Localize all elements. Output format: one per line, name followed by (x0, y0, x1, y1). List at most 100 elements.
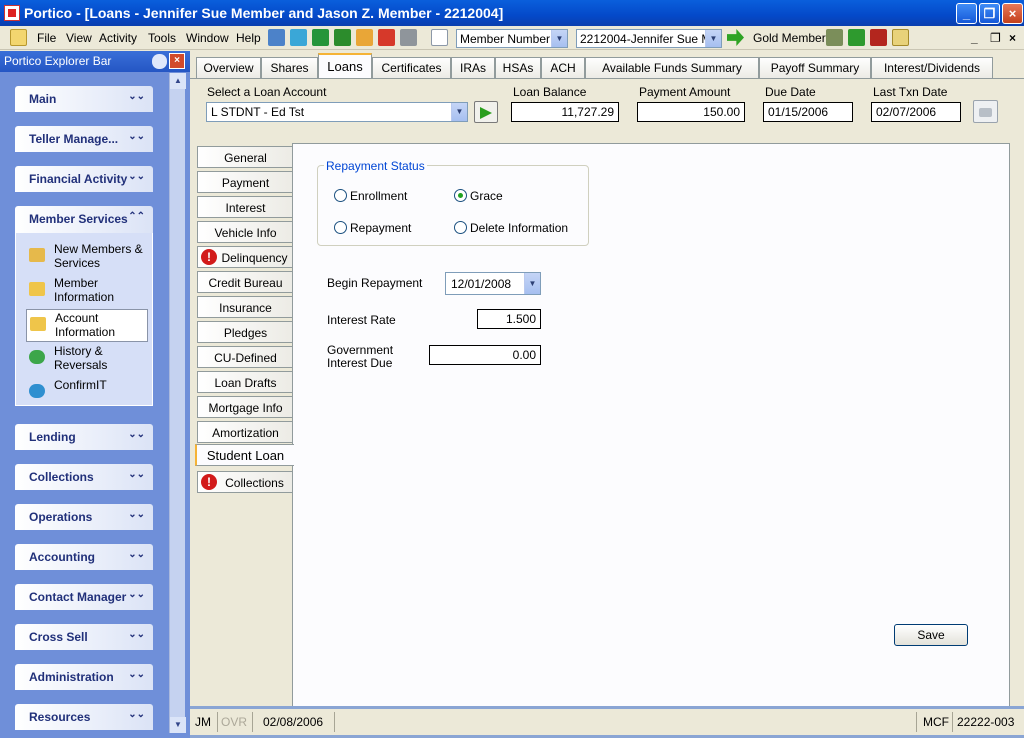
begin-repayment-date[interactable]: 12/01/2008 ▼ (445, 272, 541, 295)
group-main[interactable]: Main ⌄⌄ (15, 86, 153, 112)
subtab-loan-drafts[interactable]: Loan Drafts (197, 371, 293, 393)
deposit-icon[interactable] (334, 29, 351, 46)
loan-account-select[interactable]: L STDNT - Ed Tst ▼ (206, 102, 468, 122)
subtab-delinquency[interactable]: ! Delinquency (197, 246, 293, 268)
tab-hsas[interactable]: HSAs (495, 57, 541, 78)
group-icon[interactable] (826, 29, 843, 46)
nav-confirmit[interactable]: ConfirmIT (26, 377, 148, 410)
search-type-select[interactable]: Member Number ▼ (456, 29, 568, 48)
alert-bug-icon[interactable] (870, 29, 887, 46)
scroll-down-icon[interactable]: ▼ (170, 717, 186, 733)
group-accounting[interactable]: Accounting ⌄⌄ (15, 544, 153, 570)
menu-file[interactable]: File (37, 31, 56, 45)
menu-activity[interactable]: Activity (99, 31, 137, 45)
expand-chevron-icon: ⌄⌄ (128, 131, 145, 142)
group-teller[interactable]: Teller Manage... ⌄⌄ (15, 126, 153, 152)
loan-balance-value: 11,727.29 (511, 102, 619, 122)
menu-view[interactable]: View (66, 31, 92, 45)
money-icon[interactable] (312, 29, 329, 46)
menu-window[interactable]: Window (186, 31, 229, 45)
tab-interest-dividends[interactable]: Interest/Dividends (871, 57, 993, 78)
document-icon[interactable] (431, 29, 448, 46)
folder-tree-icon[interactable] (10, 29, 27, 46)
group-member-services[interactable]: Member Services ⌃⌃ (15, 206, 153, 233)
subtab-cu-defined[interactable]: CU-Defined (197, 346, 293, 368)
explorer-scrollbar[interactable]: ▲ ▼ (169, 73, 186, 733)
tab-payoff-summary[interactable]: Payoff Summary (759, 57, 871, 78)
subtab-vehicle-info[interactable]: Vehicle Info (197, 221, 293, 243)
go-arrow-icon[interactable] (727, 29, 744, 46)
subtab-amortization[interactable]: Amortization (197, 421, 293, 443)
subtab-student-loan[interactable]: Student Loan (195, 444, 294, 466)
subtab-insurance[interactable]: Insurance (197, 296, 293, 318)
subtab-general[interactable]: General (197, 146, 293, 168)
group-collections[interactable]: Collections ⌄⌄ (15, 464, 153, 490)
chevron-down-icon[interactable]: ▼ (524, 273, 540, 294)
tab-ach[interactable]: ACH (541, 57, 585, 78)
radio-repayment[interactable] (334, 221, 347, 234)
mdi-restore-button[interactable]: ❐ (990, 31, 1001, 45)
tab-iras[interactable]: IRAs (451, 57, 495, 78)
explorer-close-button[interactable]: × (169, 53, 185, 69)
tab-shares[interactable]: Shares (261, 57, 318, 78)
members-icon[interactable] (268, 29, 285, 46)
radio-grace[interactable] (454, 189, 467, 202)
bell-icon[interactable] (356, 29, 373, 46)
member-select[interactable]: 2212004-Jennifer Sue M ▼ (576, 29, 722, 48)
save-button[interactable]: Save (894, 624, 968, 646)
maximize-button[interactable]: ❐ (979, 3, 1000, 24)
nav-new-members[interactable]: New Members & Services (26, 241, 148, 274)
subtab-credit-bureau[interactable]: Credit Bureau (197, 271, 293, 293)
group-contact-manager[interactable]: Contact Manager ⌄⌄ (15, 584, 153, 610)
chevron-down-icon[interactable]: ▼ (451, 103, 467, 121)
government-interest-due-input[interactable]: 0.00 (429, 345, 541, 365)
group-cross-sell[interactable]: Cross Sell ⌄⌄ (15, 624, 153, 650)
chevron-down-icon[interactable]: ▼ (551, 30, 567, 47)
mail-icon[interactable] (892, 29, 909, 46)
radio-delete-information-label[interactable]: Delete Information (470, 221, 568, 235)
subtab-mortgage-info[interactable]: Mortgage Info (197, 396, 293, 418)
tab-overview[interactable]: Overview (196, 57, 261, 78)
interest-rate-input[interactable]: 1.500 (477, 309, 541, 329)
print-button[interactable] (973, 100, 998, 123)
radio-enrollment-label[interactable]: Enrollment (350, 189, 407, 203)
group-administration[interactable]: Administration ⌄⌄ (15, 664, 153, 690)
status-user: JM (195, 715, 211, 729)
tab-loans[interactable]: Loans (318, 53, 372, 78)
tab-certificates[interactable]: Certificates (372, 57, 451, 78)
group-lending[interactable]: Lending ⌄⌄ (15, 424, 153, 450)
minimize-button[interactable]: _ (956, 3, 977, 24)
nav-member-information[interactable]: Member Information (26, 275, 148, 308)
portico-app-icon[interactable] (4, 5, 20, 21)
expand-chevron-icon: ⌄⌄ (128, 549, 145, 560)
chevron-down-icon[interactable]: ▼ (705, 30, 721, 47)
phone-icon[interactable] (848, 29, 865, 46)
subtab-pledges[interactable]: Pledges (197, 321, 293, 343)
group-financial-activity[interactable]: Financial Activity ⌄⌄ (15, 166, 153, 192)
nav-history-reversals[interactable]: History & Reversals (26, 343, 148, 376)
radio-enrollment[interactable] (334, 189, 347, 202)
interest-rate-label: Interest Rate (327, 313, 396, 327)
subtab-interest[interactable]: Interest (197, 196, 293, 218)
mdi-close-button[interactable]: × (1009, 31, 1016, 45)
go-button[interactable] (474, 101, 498, 123)
radio-repayment-label[interactable]: Repayment (350, 221, 411, 235)
redo-icon[interactable] (378, 29, 395, 46)
group-resources[interactable]: Resources ⌄⌄ (15, 704, 153, 730)
nav-account-information[interactable]: Account Information (26, 309, 148, 342)
menu-tools[interactable]: Tools (148, 31, 176, 45)
printer-icon[interactable] (400, 29, 417, 46)
subtab-payment[interactable]: Payment (197, 171, 293, 193)
mdi-minimize-button[interactable]: _ (971, 31, 978, 45)
transfer-icon[interactable] (290, 29, 307, 46)
menu-help[interactable]: Help (236, 31, 261, 45)
expand-chevron-icon: ⌄⌄ (128, 629, 145, 640)
radio-grace-label[interactable]: Grace (470, 189, 503, 203)
scroll-up-icon[interactable]: ▲ (170, 73, 186, 89)
radio-delete-information[interactable] (454, 221, 467, 234)
subtab-collections[interactable]: ! Collections (197, 471, 293, 493)
close-button[interactable]: × (1002, 3, 1023, 24)
group-operations[interactable]: Operations ⌄⌄ (15, 504, 153, 530)
tab-available-funds-summary[interactable]: Available Funds Summary (585, 57, 759, 78)
pin-icon[interactable] (152, 54, 167, 69)
